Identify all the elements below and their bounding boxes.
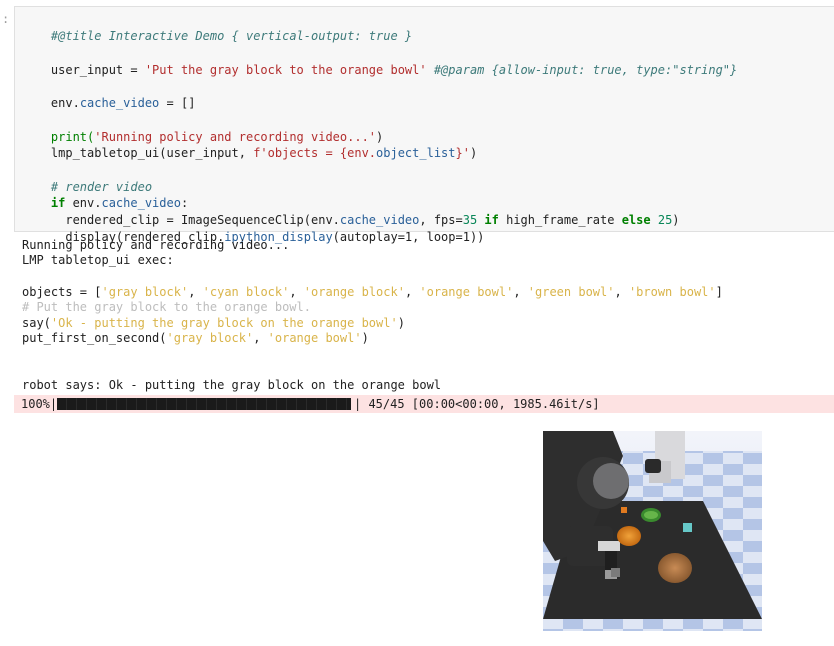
user-input-string[interactable]: 'Put the gray block to the orange bowl' — [145, 63, 427, 77]
output-token: ) — [397, 316, 405, 330]
object-item: 'orange bowl' — [419, 285, 514, 299]
output-token: , — [404, 285, 420, 299]
code-line-user-input: user_input = 'Put the gray block to the … — [22, 45, 737, 77]
output-token: 'orange bowl' — [267, 331, 362, 345]
object-item: 'gray block' — [101, 285, 189, 299]
progress-bar — [57, 398, 351, 410]
object-item: 'brown bowl' — [628, 285, 716, 299]
code-line-print: print('Running policy and recording vide… — [22, 112, 383, 144]
output-token: , — [614, 285, 629, 299]
code-line-if: if env.cache_video: — [22, 178, 188, 210]
cell-prompt: : — [2, 12, 10, 26]
progress-stats: | 45/45 [00:00<00:00, 1985.46it/s] — [354, 397, 600, 411]
object-item: 'cyan block' — [202, 285, 290, 299]
output-token: 'gray block' — [166, 331, 254, 345]
code-cell[interactable]: #@title Interactive Demo { vertical-outp… — [14, 6, 834, 244]
object-item: 'green bowl' — [527, 285, 615, 299]
output-exec: LMP tabletop_ui exec: — [22, 253, 174, 267]
code-token: = [] — [159, 96, 196, 110]
robot-scene-image — [543, 431, 762, 631]
output-token: put_first_on_second( — [22, 331, 167, 345]
param-comment: #@param {allow-input: true, type:"string… — [426, 63, 738, 77]
progress-row: 100%| | 45/45 [00:00<00:00, 1985.46it/s] — [14, 395, 834, 413]
code-line-display: display(rendered_clip.ipython_display(au… — [22, 212, 484, 244]
code-line-comment: # render video — [22, 162, 152, 194]
output-token: 'Ok - putting the gray block on the oran… — [50, 316, 398, 330]
output-token: say( — [22, 316, 51, 330]
output-running: Running policy and recording video... — [22, 238, 290, 252]
video-player[interactable] — [543, 431, 762, 631]
output-token: ) — [361, 331, 369, 345]
code-token: lmp_tabletop_ui(user_input, — [50, 146, 254, 160]
code-line-title: #@title Interactive Demo { vertical-outp… — [22, 11, 412, 43]
output-robot-says: robot says: Ok - putting the gray block … — [22, 378, 442, 392]
output-say: say('Ok - putting the gray block on the … — [22, 315, 405, 331]
code-line-clip: rendered_clip = ImageSequenceClip(env.ca… — [22, 195, 679, 227]
output-token: ] — [715, 285, 723, 299]
title-comment: #@title Interactive Demo { vertical-outp… — [50, 29, 413, 43]
output-put: put_first_on_second('gray block', 'orang… — [22, 330, 369, 346]
output-token: , — [289, 285, 304, 299]
output-token: , — [513, 285, 528, 299]
code-token: else — [621, 213, 651, 227]
output-token: , — [253, 331, 268, 345]
code-token: high_frame_rate — [498, 213, 622, 227]
code-line-lmp: lmp_tabletop_ui(user_input, f'objects = … — [22, 128, 477, 160]
code-token: env. — [50, 96, 80, 110]
output-objects: objects = ['gray block', 'cyan block', '… — [22, 284, 723, 300]
code-token: user_input = — [50, 63, 145, 77]
code-token: }' — [455, 146, 470, 160]
code-token: 25 — [657, 213, 673, 227]
progress-percent: 100%| — [21, 397, 58, 411]
code-token: ) — [469, 146, 478, 160]
code-token: f'objects = {env. — [253, 146, 377, 160]
code-token: (autoplay=1, loop=1)) — [332, 230, 485, 244]
code-token: cache_video — [79, 96, 160, 110]
code-line-cache: env.cache_video = [] — [22, 78, 196, 110]
output-token: objects = [ — [22, 285, 102, 299]
output-comment: # Put the gray block to the orange bowl. — [22, 300, 311, 314]
object-item: 'orange block' — [303, 285, 405, 299]
output-token: , — [188, 285, 203, 299]
code-token: object_list — [376, 146, 456, 160]
code-token: ) — [672, 213, 680, 227]
